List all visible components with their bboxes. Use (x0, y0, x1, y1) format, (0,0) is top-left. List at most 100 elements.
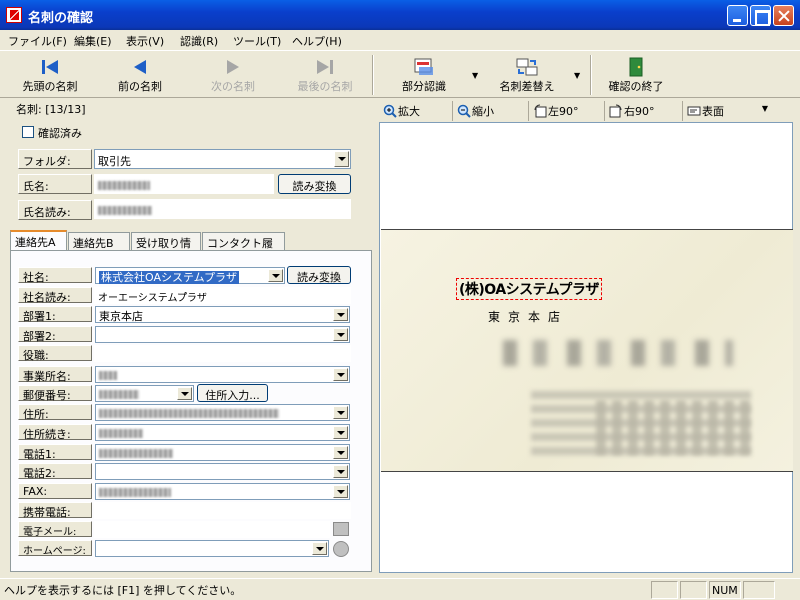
first-card-button[interactable]: 先頭の名刺 (10, 53, 90, 97)
finish-review-label: 確認の終了 (608, 80, 664, 93)
chevron-down-icon[interactable] (333, 368, 348, 381)
browser-open-icon[interactable] (333, 541, 349, 557)
card-side-dropdown-icon[interactable]: ▼ (762, 104, 768, 113)
title-field[interactable] (94, 345, 351, 362)
chevron-down-icon[interactable] (333, 426, 348, 439)
chevron-down-icon[interactable] (333, 465, 348, 478)
fax-value-redacted (99, 487, 171, 497)
dept2-label: 部署2: (18, 326, 92, 343)
chevron-down-icon[interactable] (333, 328, 348, 341)
address-value-redacted (99, 408, 279, 418)
folder-label: フォルダ: (18, 149, 92, 169)
company-select[interactable]: 株式会社OAシステムプラザ (95, 267, 285, 284)
zoom-in-label: 拡大 (398, 105, 420, 118)
name-field[interactable] (94, 174, 274, 194)
close-button[interactable] (773, 5, 794, 26)
card-swap-dropdown-icon[interactable]: ▼ (574, 71, 580, 80)
chevron-down-icon[interactable] (268, 269, 283, 282)
card-image-view[interactable]: (株)OAシステムプラザ 東京本店 (379, 122, 793, 573)
mobile-field[interactable] (94, 502, 351, 519)
prev-icon (134, 60, 146, 74)
zoom-out-icon (457, 104, 471, 118)
zoom-out-button[interactable]: 縮小 (455, 101, 529, 121)
chevron-down-icon[interactable] (333, 446, 348, 459)
chevron-down-icon[interactable] (333, 406, 348, 419)
card-side-label: 表面 (702, 105, 724, 118)
phone2-select[interactable] (95, 463, 350, 480)
postal-select[interactable] (95, 385, 194, 402)
dept2-select[interactable] (95, 326, 350, 343)
dept1-select[interactable]: 東京本店 (95, 306, 350, 323)
menu-view[interactable]: 表示(V) (126, 33, 164, 49)
postal-value-redacted (99, 389, 139, 399)
partial-ocr-dropdown-icon[interactable]: ▼ (472, 71, 478, 80)
menu-help[interactable]: ヘルプ(H) (292, 33, 342, 49)
chevron-down-icon[interactable] (333, 485, 348, 498)
tab-received-info[interactable]: 受け取り情報 (131, 232, 201, 266)
address-input-button[interactable]: 住所入力... (197, 384, 268, 402)
card-side-select[interactable]: 表面 ▼ (685, 101, 771, 121)
menu-recognize[interactable]: 認識(R) (180, 33, 218, 49)
card-swap-icon (516, 58, 538, 76)
title-bar[interactable]: 名刺の確認 (0, 0, 800, 30)
title-label: 役職: (18, 345, 92, 362)
next-card-button[interactable]: 次の名刺 (193, 53, 273, 97)
fax-select[interactable] (95, 483, 350, 500)
chevron-down-icon[interactable] (177, 387, 192, 400)
app-icon[interactable] (6, 7, 22, 23)
rotate-right-button[interactable]: 右90° (607, 101, 683, 121)
card-company-text: (株)OAシステムプラザ (456, 278, 602, 300)
last-card-button[interactable]: 最後の名刺 (285, 53, 365, 97)
partial-ocr-label: 部分認識 (402, 80, 446, 93)
address-select[interactable] (95, 404, 350, 421)
status-pane (680, 581, 707, 599)
address2-value-redacted (99, 428, 143, 438)
menu-edit[interactable]: 編集(E) (74, 33, 112, 49)
menu-tools[interactable]: ツール(T) (233, 33, 281, 49)
company-reading-field[interactable]: オーエーシステムプ゚ラザ (94, 287, 351, 304)
maximize-button[interactable] (750, 5, 771, 26)
tab-contact-b[interactable]: 連絡先B (68, 232, 130, 250)
next-icon (227, 60, 239, 74)
card-face-icon (687, 106, 701, 116)
name-label: 氏名: (18, 174, 92, 194)
chevron-down-icon[interactable] (312, 542, 327, 555)
partial-ocr-icon (414, 58, 433, 75)
toolbar-separator (372, 55, 374, 95)
confirmed-checkbox[interactable] (22, 126, 34, 138)
rotate-right-icon (609, 104, 622, 118)
finish-review-button[interactable]: 確認の終了 (600, 53, 672, 97)
prev-card-button[interactable]: 前の名刺 (100, 53, 180, 97)
address2-select[interactable] (95, 424, 350, 441)
status-pane (743, 581, 775, 599)
tab-contact-history[interactable]: コンタクト履歴 (202, 232, 285, 266)
email-field[interactable] (94, 521, 330, 538)
zoom-in-icon (383, 104, 397, 118)
company-value: 株式会社OAシステムプラザ (99, 271, 239, 284)
email-send-icon[interactable] (333, 522, 349, 536)
name-value-redacted (98, 180, 150, 190)
menu-bar: ファイル(F) 編集(E) 表示(V) 認識(R) ツール(T) ヘルプ(H) (0, 30, 800, 50)
rotate-left-button[interactable]: 左90° (531, 101, 605, 121)
exit-door-icon (629, 57, 643, 77)
name-reading-field[interactable] (94, 199, 351, 219)
menu-file[interactable]: ファイル(F) (8, 33, 67, 49)
phone1-select[interactable] (95, 444, 350, 461)
company-reading-convert-button[interactable]: 読み変換 (287, 266, 351, 284)
tab-contact-a[interactable]: 連絡先A (10, 230, 67, 251)
company-reading-value: オーエーシステムプ゚ラザ (98, 293, 207, 304)
folder-select[interactable]: 取引先 (94, 149, 351, 169)
image-toolbar: 拡大 縮小 左90° 右90° 表面 ▼ (379, 100, 771, 122)
homepage-select[interactable] (95, 540, 329, 557)
chevron-down-icon[interactable] (334, 151, 349, 167)
chevron-down-icon[interactable] (333, 308, 348, 321)
minimize-button[interactable] (727, 5, 748, 26)
last-icon (317, 60, 333, 74)
name-reading-convert-button[interactable]: 読み変換 (278, 174, 351, 194)
zoom-in-button[interactable]: 拡大 (381, 101, 453, 121)
card-swap-button[interactable]: 名刺差替え (490, 53, 564, 97)
dept1-value: 東京本店 (99, 310, 143, 323)
dept1-label: 部署1: (18, 306, 92, 323)
partial-ocr-button[interactable]: 部分認識 (388, 53, 460, 97)
office-select[interactable] (95, 366, 350, 383)
